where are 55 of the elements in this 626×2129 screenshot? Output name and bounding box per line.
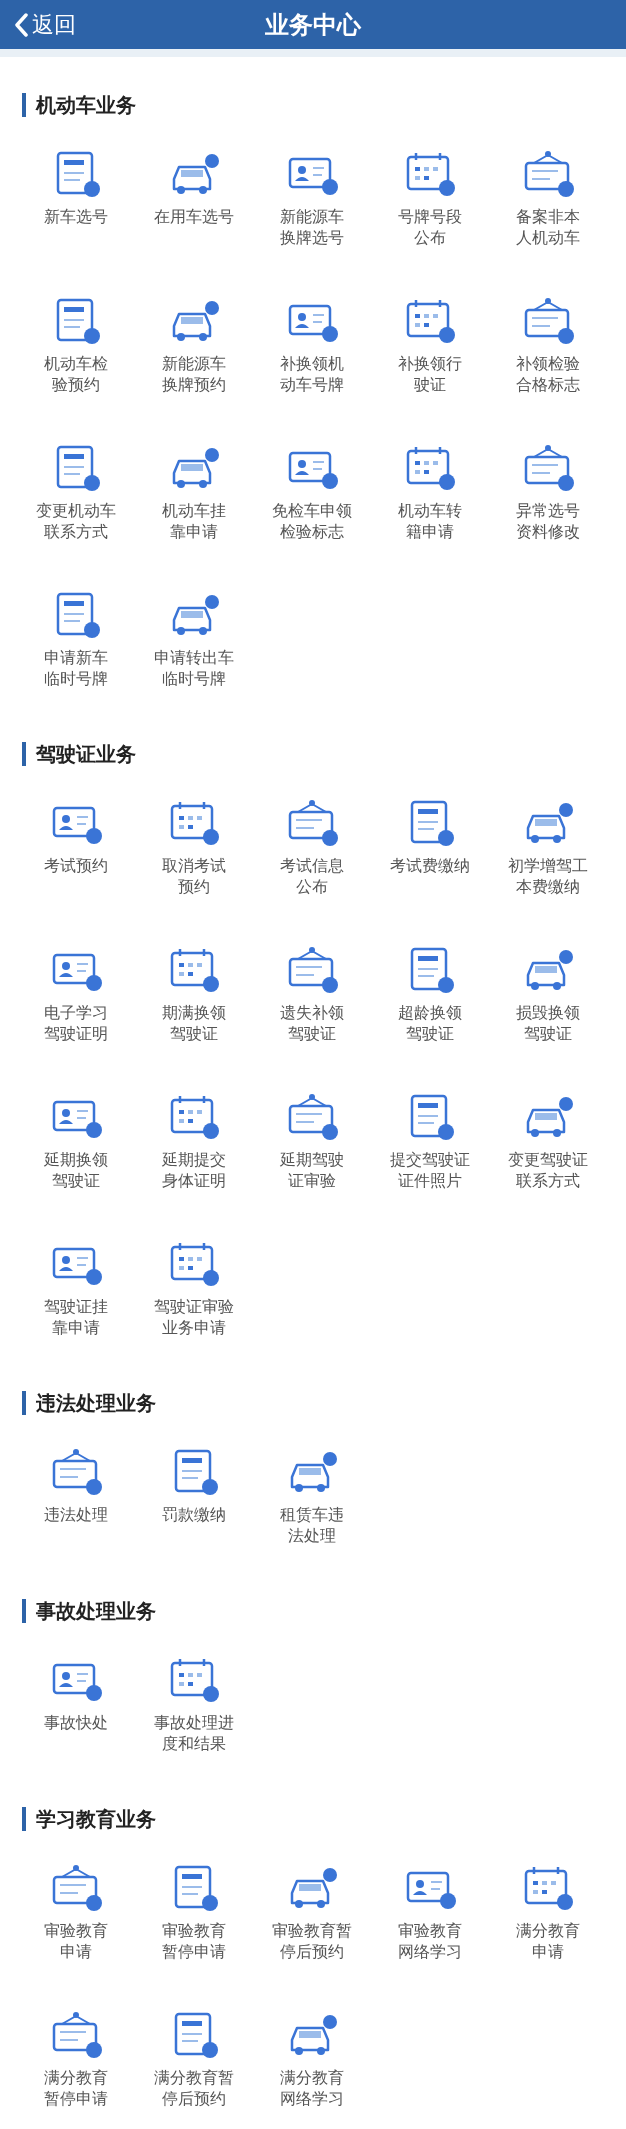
service-link[interactable]: 驾驶证挂 靠申请 bbox=[17, 1239, 135, 1339]
section-title: 违法处理业务 bbox=[22, 1391, 626, 1415]
service-link[interactable]: 变更驾驶证 联系方式 bbox=[489, 1092, 607, 1192]
back-button[interactable]: 返回 bbox=[0, 0, 82, 49]
service-link[interactable]: 罚款缴纳 bbox=[135, 1447, 253, 1547]
service-link[interactable]: 申请新车 临时号牌 bbox=[17, 590, 135, 690]
service-link[interactable]: 租赁车违 法处理 bbox=[253, 1447, 371, 1547]
service-link[interactable]: 机动车挂 靠申请 bbox=[135, 443, 253, 543]
service-link[interactable]: 延期换领 驾驶证 bbox=[17, 1092, 135, 1192]
service-link[interactable]: 新车选号 bbox=[17, 149, 135, 249]
section-title: 机动车业务 bbox=[22, 93, 626, 117]
service-link[interactable]: 期满换领 驾驶证 bbox=[135, 945, 253, 1045]
service-link[interactable]: 初学增驾工 本费缴纳 bbox=[489, 798, 607, 898]
service-link[interactable]: 考试费缴纳 bbox=[371, 798, 489, 898]
service-link[interactable]: 电子学习 驾驶证明 bbox=[17, 945, 135, 1045]
service-link[interactable]: 免检车申领 检验标志 bbox=[253, 443, 371, 543]
service-link[interactable]: 满分教育 暂停申请 bbox=[17, 2010, 135, 2110]
service-link[interactable]: 取消考试 预约 bbox=[135, 798, 253, 898]
service-link[interactable]: 事故处理进 度和结果 bbox=[135, 1655, 253, 1755]
service-link[interactable]: 满分教育暂 停后预约 bbox=[135, 2010, 253, 2110]
service-link[interactable]: 考试信息 公布 bbox=[253, 798, 371, 898]
service-link[interactable]: 号牌号段 公布 bbox=[371, 149, 489, 249]
service-link[interactable]: 审验教育 暂停申请 bbox=[135, 1863, 253, 1963]
section-title: 驾驶证业务 bbox=[22, 742, 626, 766]
service-link[interactable]: 提交驾驶证 证件照片 bbox=[371, 1092, 489, 1192]
service-link[interactable]: 补换领行 驶证 bbox=[371, 296, 489, 396]
service-link[interactable]: 延期提交 身体证明 bbox=[135, 1092, 253, 1192]
service-link[interactable]: 延期驾驶 证审验 bbox=[253, 1092, 371, 1192]
service-link[interactable]: 异常选号 资料修改 bbox=[489, 443, 607, 543]
service-link[interactable]: 在用车选号 bbox=[135, 149, 253, 249]
service-link[interactable]: 申请转出车 临时号牌 bbox=[135, 590, 253, 690]
service-link[interactable]: 考试预约 bbox=[17, 798, 135, 898]
back-chevron-icon bbox=[14, 12, 28, 37]
service-link[interactable]: 满分教育 申请 bbox=[489, 1863, 607, 1963]
service-link[interactable]: 机动车转 籍申请 bbox=[371, 443, 489, 543]
service-link[interactable]: 新能源车 换牌选号 bbox=[253, 149, 371, 249]
service-link[interactable]: 补领检验 合格标志 bbox=[489, 296, 607, 396]
service-link[interactable]: 驾驶证审验 业务申请 bbox=[135, 1239, 253, 1339]
section-title: 事故处理业务 bbox=[22, 1599, 626, 1623]
service-link[interactable]: 审验教育 申请 bbox=[17, 1863, 135, 1963]
service-link[interactable]: 审验教育 网络学习 bbox=[371, 1863, 489, 1963]
service-link[interactable]: 满分教育 网络学习 bbox=[253, 2010, 371, 2110]
page-title: 业务中心 bbox=[265, 9, 361, 41]
service-link[interactable]: 事故快处 bbox=[17, 1655, 135, 1755]
service-link[interactable]: 机动车检 验预约 bbox=[17, 296, 135, 396]
service-link[interactable]: 备案非本 人机动车 bbox=[489, 149, 607, 249]
service-link[interactable]: 变更机动车 联系方式 bbox=[17, 443, 135, 543]
service-link[interactable]: 审验教育暂 停后预约 bbox=[253, 1863, 371, 1963]
service-link[interactable]: 遗失补领 驾驶证 bbox=[253, 945, 371, 1045]
section-title: 学习教育业务 bbox=[22, 1807, 626, 1831]
service-link[interactable]: 损毁换领 驾驶证 bbox=[489, 945, 607, 1045]
service-link[interactable]: 补换领机 动车号牌 bbox=[253, 296, 371, 396]
service-link[interactable]: 超龄换领 驾驶证 bbox=[371, 945, 489, 1045]
service-link[interactable]: 新能源车 换牌预约 bbox=[135, 296, 253, 396]
service-link[interactable]: 违法处理 bbox=[17, 1447, 135, 1547]
